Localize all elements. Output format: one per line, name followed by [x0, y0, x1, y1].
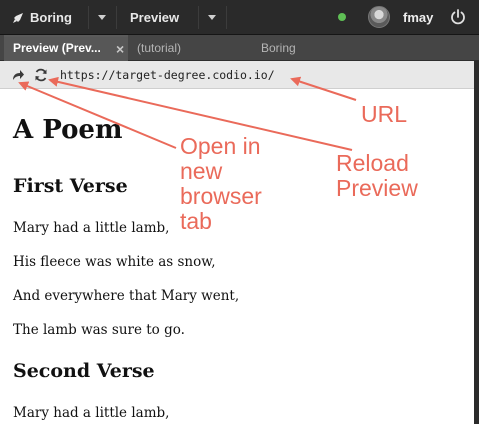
url-field[interactable]: https://target-degree.codio.io/	[60, 61, 275, 89]
annotation-reload-preview: Reload Preview	[336, 150, 418, 201]
verse-line: Mary had a little lamb,	[13, 405, 170, 421]
preview-label: Preview	[130, 10, 180, 25]
tab-label: (tutorial)	[137, 41, 182, 55]
avatar[interactable]	[368, 6, 390, 28]
tab-tutorial[interactable]: (tutorial)	[137, 35, 181, 61]
connection-status-indicator	[338, 13, 346, 21]
verse-line: His fleece was white as snow,	[13, 254, 216, 270]
project-label: Boring	[30, 10, 72, 25]
username[interactable]: fmay	[403, 0, 433, 35]
chevron-down-icon	[98, 15, 106, 20]
top-bar: Boring Preview fmay	[0, 0, 479, 35]
verse-heading: Second Verse	[13, 360, 155, 382]
preview-menu-toggle[interactable]	[199, 0, 225, 35]
address-bar: https://target-degree.codio.io/	[0, 61, 479, 89]
close-icon[interactable]: ×	[116, 37, 124, 63]
preview-button[interactable]: Preview	[130, 0, 198, 35]
verse-heading: First Verse	[13, 175, 128, 197]
share-forward-icon[interactable]	[10, 67, 26, 83]
rocket-icon	[13, 12, 23, 23]
tab-bar: Preview (Prev... × (tutorial) Boring	[0, 35, 479, 61]
chevron-down-icon	[208, 15, 216, 20]
verse-line: Mary had a little lamb,	[13, 220, 170, 236]
reload-icon[interactable]	[33, 67, 49, 83]
window-edge	[474, 61, 479, 424]
power-icon[interactable]	[449, 8, 467, 26]
tab-label: Preview (Prev...	[13, 41, 101, 55]
tab-boring[interactable]: Boring	[261, 35, 296, 61]
divider	[116, 6, 117, 29]
project-menu-toggle[interactable]	[89, 0, 115, 35]
annotation-url: URL	[361, 101, 408, 127]
page-title: A Poem	[13, 115, 123, 145]
divider	[226, 6, 227, 29]
project-button[interactable]: Boring	[12, 0, 94, 35]
annotation-open-new-tab: Open in new browser tab	[180, 133, 262, 234]
tab-label: Boring	[261, 41, 296, 55]
verse-line: The lamb was sure to go.	[13, 322, 185, 338]
tab-preview[interactable]: Preview (Prev... ×	[4, 35, 128, 61]
verse-line: And everywhere that Mary went,	[13, 288, 240, 304]
